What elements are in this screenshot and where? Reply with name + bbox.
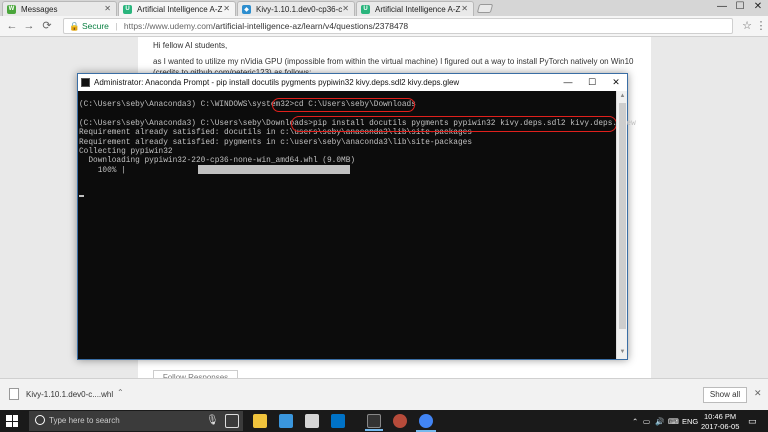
taskbar-search-box[interactable]: Type here to search 🎙 xyxy=(29,411,243,431)
app-icon[interactable] xyxy=(393,414,407,428)
file-explorer-icon[interactable] xyxy=(253,414,267,428)
scroll-up-icon[interactable]: ▲ xyxy=(617,93,628,99)
maximize-window-button[interactable]: ☐ xyxy=(731,0,749,14)
download-file-name[interactable]: Kivy-1.10.1.dev0-c....whl xyxy=(26,390,113,399)
tab-strip: W Messages ✕ U Artificial Intelligence A… xyxy=(0,0,768,16)
network-icon[interactable]: ▭ xyxy=(643,417,650,426)
tab-title: Artificial Intelligence A-Z xyxy=(375,4,461,14)
text-cursor xyxy=(79,195,84,197)
console-icon xyxy=(81,78,90,87)
tray-chevron-icon[interactable]: ⌃ xyxy=(632,417,638,426)
tab-close-icon[interactable]: ✕ xyxy=(461,4,468,13)
console-line: Collecting pypiwin32 xyxy=(79,148,173,156)
star-icon[interactable]: ☆ xyxy=(740,19,754,33)
tab-ai-az-2[interactable]: U Artificial Intelligence A-Z ✕ xyxy=(356,1,474,16)
browser-toolbar: ← → ⟳ 🔒 Secure | https://www.udemy.com/a… xyxy=(0,16,768,37)
tab-close-icon[interactable]: ✕ xyxy=(104,4,111,13)
anaconda-prompt-window[interactable]: Administrator: Anaconda Prompt - pip ins… xyxy=(77,73,636,360)
lock-icon: 🔒 xyxy=(69,21,80,31)
outlook-icon[interactable] xyxy=(331,414,345,428)
udemy-favicon-icon: U xyxy=(123,4,132,14)
windows-start-icon[interactable] xyxy=(6,415,18,427)
url-path: /artificial-intelligence-az/learn/v4/que… xyxy=(213,21,409,31)
cmd-title: Administrator: Anaconda Prompt - pip ins… xyxy=(94,78,460,87)
microphone-icon[interactable]: 🎙 xyxy=(206,415,219,426)
tab-ai-az-1[interactable]: U Artificial Intelligence A-Z ✕ xyxy=(118,1,236,16)
tab-messages[interactable]: W Messages ✕ xyxy=(2,1,117,16)
forward-arrow-icon[interactable]: → xyxy=(22,19,36,33)
tab-close-icon[interactable]: ✕ xyxy=(342,4,349,13)
ime-icon[interactable]: ⌨ xyxy=(668,417,679,426)
task-view-icon[interactable] xyxy=(225,414,239,428)
store-icon[interactable] xyxy=(305,414,319,428)
reload-icon[interactable]: ⟳ xyxy=(40,19,54,33)
file-icon xyxy=(9,388,19,400)
scroll-down-icon[interactable]: ▼ xyxy=(617,349,628,355)
highlight-pip-command xyxy=(291,116,617,132)
console-line: Requirement already satisfied: pygments … xyxy=(79,138,473,147)
language-indicator[interactable]: ENG xyxy=(682,417,698,426)
download-progress-bar xyxy=(198,165,350,174)
console-output[interactable]: (C:\Users\seby\Anaconda3) C:\WINDOWS\sys… xyxy=(78,91,636,359)
cmd-scrollbar[interactable]: ▲ ▼ xyxy=(616,91,627,359)
udemy-favicon-icon: U xyxy=(361,4,370,14)
edge-browser-icon[interactable] xyxy=(279,414,293,428)
post-greeting: Hi fellow AI students, xyxy=(153,41,228,50)
chevron-up-icon[interactable]: ⌃ xyxy=(117,388,124,397)
address-separator: | xyxy=(115,21,118,31)
notifications-icon[interactable]: ▭ xyxy=(748,416,757,427)
cmd-minimize-button[interactable]: — xyxy=(556,74,580,91)
tab-kivy-download[interactable]: ◆ Kivy-1.10.1.dev0-cp36-c ✕ xyxy=(237,1,355,16)
cmd-close-button[interactable]: ✕ xyxy=(604,74,627,91)
scrollbar-thumb[interactable] xyxy=(619,103,626,329)
clock-time[interactable]: 10:46 PM xyxy=(704,412,736,421)
menu-icon[interactable]: ⋮ xyxy=(754,19,768,33)
search-placeholder: Type here to search xyxy=(49,416,120,425)
volume-icon[interactable]: 🔊 xyxy=(655,417,664,426)
download-shelf: Kivy-1.10.1.dev0-c....whl ⌃ Show all ✕ xyxy=(0,378,768,410)
tab-close-icon[interactable]: ✕ xyxy=(223,4,230,13)
cmd-titlebar[interactable]: Administrator: Anaconda Prompt - pip ins… xyxy=(78,74,627,91)
back-arrow-icon[interactable]: ← xyxy=(5,19,19,33)
command-prompt-taskbar-icon[interactable] xyxy=(365,414,383,431)
taskbar: Type here to search 🎙 ⌃ ▭ 🔊 ⌨ ENG 10:46 … xyxy=(0,410,768,432)
show-all-button[interactable]: Show all xyxy=(703,387,747,403)
clock-date[interactable]: 2017-06-05 xyxy=(701,422,739,431)
tab-title: Artificial Intelligence A-Z xyxy=(137,4,223,14)
minimize-window-button[interactable]: — xyxy=(713,0,731,14)
messages-favicon-icon: W xyxy=(7,4,16,14)
chrome-taskbar-icon[interactable] xyxy=(416,414,436,432)
secure-label: Secure xyxy=(81,21,109,31)
address-bar[interactable]: 🔒 Secure | https://www.udemy.com/artific… xyxy=(63,18,733,34)
tab-title: Kivy-1.10.1.dev0-cp36-c xyxy=(256,4,343,14)
tab-title: Messages xyxy=(21,4,58,14)
dropbox-favicon-icon: ◆ xyxy=(242,4,251,14)
close-shelf-button[interactable]: ✕ xyxy=(754,388,762,399)
new-tab-button[interactable] xyxy=(476,4,494,13)
highlight-cd-command xyxy=(272,98,415,112)
url-host: https://www.udemy.com xyxy=(123,21,213,31)
close-window-button[interactable]: ✕ xyxy=(749,0,767,14)
cmd-maximize-button[interactable]: ☐ xyxy=(580,74,604,91)
follow-responses-button[interactable]: Follow Responses xyxy=(153,370,238,378)
cortana-icon xyxy=(35,415,45,425)
post-body: as I wanted to utilize my nVidia GPU (im… xyxy=(153,57,634,66)
